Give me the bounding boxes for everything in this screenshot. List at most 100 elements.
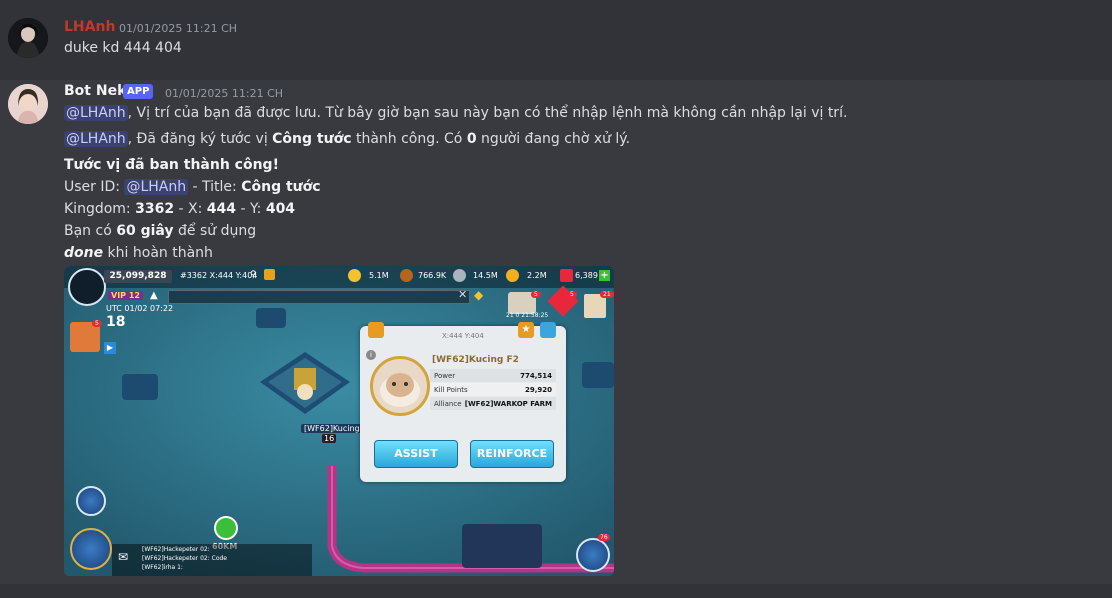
stone-value: 14.5M	[473, 271, 498, 280]
city-level: 16	[322, 434, 337, 443]
chat-sender: [WF62]Hackepeter	[142, 546, 199, 553]
expand-arrow-icon[interactable]: ▶	[104, 342, 116, 354]
line-text: khi hoàn thành	[103, 245, 213, 261]
star-icon[interactable]: ★	[518, 322, 534, 338]
line-text: - Title:	[188, 179, 242, 195]
chat-text: 02:	[198, 546, 210, 553]
map-city[interactable]	[122, 374, 158, 400]
avatar[interactable]	[8, 18, 48, 58]
close-icon[interactable]: ✕	[458, 288, 467, 301]
done-keyword: done	[64, 245, 104, 261]
title-bold: Công tước	[272, 131, 352, 147]
line-text: Kingdom:	[64, 201, 136, 217]
commander-portrait	[370, 356, 430, 416]
line-text: , Đã đăng ký tước vị	[127, 131, 273, 147]
add-gems-button[interactable]: +	[599, 270, 610, 281]
stat-label: Power	[434, 372, 456, 380]
gems-icon	[560, 269, 573, 282]
share-icon[interactable]	[540, 322, 556, 338]
chat-line: [WF62]Hackepeter 02: Code	[142, 555, 227, 562]
vip-badge[interactable]: VIP 12	[108, 291, 143, 300]
badge-count: 5	[92, 320, 102, 327]
author-name[interactable]: Bot Nek	[64, 83, 126, 99]
zoom-search-icon[interactable]	[76, 486, 106, 516]
coords-display[interactable]: #3362 X:444 Y:404	[180, 271, 257, 280]
y-value: 404	[265, 201, 296, 217]
stat-label: Kill Points	[434, 386, 468, 394]
wood-icon	[400, 269, 413, 282]
city-info-popup: ★ X:444 Y:404 i [WF62]Kucing F2 Power 77…	[360, 322, 566, 482]
badge-count: 5	[531, 291, 541, 298]
game-screenshot[interactable]: [WF62]Kucing F2 16 25,099,828 #3362 X:44…	[64, 266, 614, 576]
assist-button[interactable]: ASSIST	[374, 440, 458, 468]
timestamp: 01/01/2025 11:21 CH	[165, 87, 284, 100]
user-mention[interactable]: @LHAnh	[64, 105, 128, 121]
chat-text: 02:	[198, 555, 210, 562]
location-pin-icon[interactable]	[214, 516, 238, 540]
food-value: 5.1M	[369, 271, 389, 280]
chat-line: [WF62]irha 1:	[142, 564, 183, 571]
kingdom-value: 3362	[135, 201, 175, 217]
bot-line-5: Kingdom: 3362 - X: 444 - Y: 404	[64, 201, 295, 217]
success-heading: Tước vị đã ban thành công!	[64, 157, 279, 173]
x-value: 444	[206, 201, 237, 217]
wood-value: 766.9K	[418, 271, 447, 280]
event-bar[interactable]	[168, 290, 470, 304]
utc-time: UTC 01/02 07:22	[106, 304, 174, 313]
queue-count: 0	[466, 131, 477, 147]
line-text: Bạn có	[64, 223, 117, 239]
reinforce-button[interactable]: REINFORCE	[470, 440, 554, 468]
popup-stats: Power 774,514 Kill Points 29,920 Allianc…	[430, 369, 556, 411]
gold-icon	[506, 269, 519, 282]
message-lhanh: LHAnh 01/01/2025 11:21 CH duke kd 444 40…	[0, 0, 1112, 76]
chat-text: irha 1:	[163, 564, 183, 571]
food-icon	[348, 269, 361, 282]
stat-label: Alliance	[434, 400, 462, 408]
avatar[interactable]	[8, 84, 48, 124]
boost-icon[interactable]: ▲	[150, 290, 158, 301]
bookmark-icon[interactable]	[264, 269, 275, 280]
user-mention[interactable]: @LHAnh	[124, 179, 189, 195]
popup-player-name: [WF62]Kucing F2	[432, 355, 519, 365]
line-text: - Y:	[236, 201, 266, 217]
gold-value: 2.2M	[527, 271, 547, 280]
line-text: người đang chờ xử lý.	[476, 131, 631, 147]
menu-button[interactable]	[576, 538, 610, 572]
map-city[interactable]	[582, 362, 614, 388]
chat-text: Code	[209, 555, 228, 562]
bot-line-7: done khi hoàn thành	[64, 245, 213, 261]
app-badge: APP	[123, 84, 154, 99]
search-icon[interactable]: ⚲	[250, 270, 257, 280]
stone-icon	[453, 269, 466, 282]
badge-count: 76	[598, 534, 610, 541]
home-castle-button[interactable]	[70, 528, 112, 570]
chat-icon[interactable]: ✉	[118, 550, 128, 564]
line-text: để sử dụng	[173, 223, 257, 239]
bot-line-6: Bạn có 60 giây để sử dụng	[64, 223, 256, 239]
event-timer: 21 0 21:58:25	[506, 312, 549, 319]
line-text: thành công. Có	[351, 131, 467, 147]
chat-sender: [WF62]Hackepeter	[142, 555, 199, 562]
avatar-image	[8, 18, 48, 58]
chat-sender: [WF62]	[142, 564, 164, 571]
gems-value: 6,389	[575, 271, 598, 280]
badge-count: 5	[567, 291, 577, 298]
age-badge: 18	[106, 314, 126, 330]
stat-value: 29,920	[524, 386, 552, 394]
message-text: duke kd 444 404	[64, 40, 182, 56]
map-city[interactable]	[462, 524, 542, 568]
info-icon[interactable]: i	[366, 350, 376, 360]
avatar-image	[8, 84, 48, 124]
map-city[interactable]	[256, 308, 286, 328]
author-name[interactable]: LHAnh	[64, 19, 115, 35]
line-text: User ID:	[64, 179, 125, 195]
player-avatar[interactable]	[68, 268, 106, 306]
player-city[interactable]	[260, 352, 350, 432]
crown-icon[interactable]	[368, 322, 384, 338]
user-mention[interactable]: @LHAnh	[64, 131, 128, 147]
chat-line: [WF62]Hackepeter 02:	[142, 546, 210, 553]
power-display: 25,099,828	[104, 270, 172, 283]
timestamp: 01/01/2025 11:21 CH	[119, 22, 238, 35]
time-limit: 60 giây	[116, 223, 174, 239]
bot-line-3: Tước vị đã ban thành công!	[64, 157, 279, 173]
